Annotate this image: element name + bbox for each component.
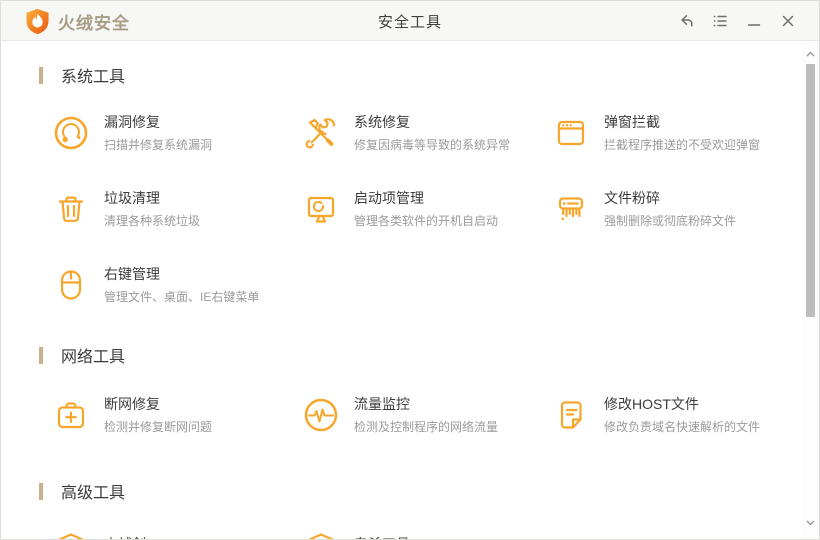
tool-traffic-monitor[interactable]: 流量监控 检测及控制程序的网络流量	[303, 396, 553, 434]
tool-title: 系统修复	[354, 114, 410, 130]
tool-huorong-sword[interactable]: 火绒剑	[53, 531, 303, 539]
tool-title: 右键管理	[104, 266, 160, 282]
back-arrow-icon	[681, 15, 693, 27]
system-tools-grid: 漏洞修复 扫描并修复系统漏洞 系统修复 修复因病毒等导致的系统异常 弹窗拦截 拦…	[53, 114, 802, 304]
tool-desc: 强制删除或彻底粉碎文件	[604, 214, 737, 228]
junk-cleaner-icon	[53, 191, 89, 227]
file-shredder-icon	[553, 191, 589, 227]
tools-page: 系统工具 漏洞修复 扫描并修复系统漏洞 系统修复 修复因病毒等导致的系统异常 弹…	[1, 42, 802, 539]
close-icon	[782, 15, 794, 27]
tool-network-repair[interactable]: 断网修复 检测并修复断网问题	[53, 396, 303, 434]
tool-desc: 检测并修复断网问题	[104, 420, 213, 434]
tool-system-repair[interactable]: 系统修复 修复因病毒等导致的系统异常	[303, 114, 553, 152]
tool-title: 垃圾清理	[104, 190, 160, 206]
tool-right-click-manager[interactable]: 右键管理 管理文件、桌面、IE右键菜单	[53, 266, 303, 304]
traffic-monitor-pulse-icon	[303, 397, 339, 433]
tool-popup-blocker[interactable]: 弹窗拦截 拦截程序推送的不受欢迎弹窗	[553, 114, 802, 152]
list-menu-icon	[713, 15, 727, 27]
section-bar	[39, 346, 43, 364]
tool-title: 文件粉碎	[604, 190, 660, 206]
tool-desc: 管理各类软件的开机自启动	[354, 214, 499, 228]
window-controls	[669, 1, 805, 41]
tool-junk-cleaner[interactable]: 垃圾清理 清理各种系统垃圾	[53, 190, 303, 228]
system-repair-icon	[303, 115, 339, 151]
vulnerability-fix-icon	[53, 115, 89, 151]
scrollbar-thumb[interactable]	[806, 64, 815, 317]
tool-title: 弹窗拦截	[604, 114, 660, 130]
network-tools-grid: 断网修复 检测并修复断网问题 流量监控 检测及控制程序的网络流量 修改HOST文…	[53, 396, 802, 434]
tool-title: 火绒剑	[104, 535, 146, 539]
advanced-tools-grid: 火绒剑 专杀工具	[53, 531, 802, 539]
section-label: 高级工具	[61, 485, 126, 502]
titlebar: 火绒安全 安全工具	[1, 1, 819, 41]
tool-title: 启动项管理	[354, 190, 424, 206]
tool-desc: 清理各种系统垃圾	[104, 214, 201, 228]
huorong-shield-flame-icon	[26, 8, 49, 35]
close-button[interactable]	[771, 1, 805, 41]
tool-desc: 扫描并修复系统漏洞	[104, 138, 213, 152]
tool-host-file-editor[interactable]: 修改HOST文件 修改负责域名快速解析的文件	[553, 396, 802, 434]
tool-desc: 管理文件、桌面、IE右键菜单	[104, 290, 260, 304]
section-header-system-tools: 系统工具	[39, 63, 802, 87]
section-label: 系统工具	[61, 69, 126, 86]
tool-title: 流量监控	[354, 396, 410, 412]
tool-special-killer[interactable]: 专杀工具	[303, 531, 553, 539]
network-repair-kit-icon	[53, 397, 89, 433]
app-brand: 火绒安全	[25, 8, 130, 35]
popup-blocker-icon	[553, 115, 589, 151]
tool-file-shredder[interactable]: 文件粉碎 强制删除或彻底粉碎文件	[553, 190, 802, 228]
minimize-button[interactable]	[737, 1, 771, 41]
tool-desc: 修改负责域名快速解析的文件	[604, 420, 761, 434]
tool-startup-manager[interactable]: 启动项管理 管理各类软件的开机自启动	[303, 190, 553, 228]
section-bar	[39, 66, 43, 84]
tool-title: 漏洞修复	[104, 114, 160, 130]
huorong-security-window: 火绒安全 安全工具 系统工具 漏洞修复 扫描并修复系统漏洞 系统修复 修复因病毒…	[0, 0, 820, 540]
minimize-icon	[747, 24, 761, 26]
section-header-network-tools: 网络工具	[39, 343, 802, 367]
scrollbar	[802, 42, 819, 539]
scroll-up-arrow[interactable]	[802, 46, 819, 62]
tool-desc: 修复因病毒等导致的系统异常	[354, 138, 511, 152]
back-button[interactable]	[669, 1, 703, 41]
huorong-sword-shield-icon	[53, 531, 89, 539]
tool-desc: 拦截程序推送的不受欢迎弹窗	[604, 138, 761, 152]
host-file-document-icon	[553, 397, 589, 433]
tool-title: 修改HOST文件	[604, 396, 699, 412]
tool-title: 专杀工具	[354, 535, 410, 539]
section-label: 网络工具	[61, 349, 126, 366]
special-killer-shield-icon	[303, 531, 339, 539]
mouse-right-click-icon	[53, 267, 89, 303]
section-bar	[39, 482, 43, 500]
menu-button[interactable]	[703, 1, 737, 41]
tool-vulnerability-fix[interactable]: 漏洞修复 扫描并修复系统漏洞	[53, 114, 303, 152]
startup-manager-icon	[303, 191, 339, 227]
scroll-down-arrow[interactable]	[802, 515, 819, 531]
app-name: 火绒安全	[58, 14, 130, 33]
tool-title: 断网修复	[104, 396, 160, 412]
tool-desc: 检测及控制程序的网络流量	[354, 420, 499, 434]
section-header-advanced-tools: 高级工具	[39, 479, 802, 503]
